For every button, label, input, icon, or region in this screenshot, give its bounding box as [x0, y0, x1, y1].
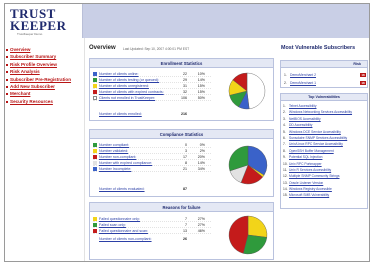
- subscriber-link[interactable]: DemoMerchant 2: [290, 72, 316, 78]
- sidebar-item-subscriber-pre-registration[interactable]: Subscriber Pre-Registration: [5, 76, 84, 83]
- page-title: Overview: [89, 45, 116, 51]
- browser-window: TRUST KEEPER TrustKeeper Demo Overview S…: [4, 3, 370, 262]
- stat-count: 21: [183, 167, 187, 171]
- stat-row: Failed questionnaire and scan: 13 46%: [93, 228, 211, 234]
- risk-badge: 18: [360, 72, 366, 78]
- failure-total-row: Number of clients non-compliant: 26: [93, 236, 211, 242]
- logo-subtitle: TrustKeeper Demo: [17, 32, 43, 36]
- enrollment-pie-chart: [228, 72, 266, 110]
- legend-swatch: [93, 78, 97, 82]
- top-vulnerabilities-table: Top Vulnerabilities 1. Telnet Accessibili…: [280, 93, 368, 209]
- risk-row: 1. DemoMerchant 2 18: [284, 72, 366, 78]
- legend-swatch: [93, 217, 97, 221]
- panel-title: Compliance Statistics: [90, 130, 273, 139]
- risk-rank: 2.: [284, 81, 287, 85]
- pie-slice: [247, 215, 268, 238]
- reasons-for-failure-panel: Reasons for failure Failed questionnaire…: [89, 202, 274, 260]
- most-vulnerable-title: Most Vulnerable Subscribers: [281, 45, 356, 51]
- legend-swatch: [93, 84, 97, 88]
- compliance-statistics-panel: Compliance Statistics Number compliant: 0…: [89, 129, 274, 197]
- risk-header: Risk: [281, 61, 367, 68]
- stat-row: Clients not enrolled in TrustKeeper: 106 5…: [93, 95, 211, 101]
- sidebar-item-add-new-subscriber[interactable]: Add New Subscriber: [5, 83, 84, 90]
- vulnerability-list: 1. Telnet Accessibility 2. Windows Networki…: [281, 101, 367, 199]
- top-vulnerabilities-header: Top Vulnerabilities: [281, 94, 367, 101]
- sidebar-item-risk-profile-overview[interactable]: Risk Profile Overview: [5, 61, 84, 68]
- stat-row: Number Incomplete: 21 34%: [93, 166, 211, 172]
- failure-rows: Failed questionnaire only: 7 27% Failed sca…: [93, 216, 211, 234]
- compliance-rows: Number compliant: 0 0% Number validated: 3 2%…: [93, 142, 211, 172]
- risk-badge: 18: [360, 80, 366, 86]
- main-content: Overview Last Updated: Sep 10, 2007 4:00…: [87, 38, 369, 261]
- compliance-pie-chart: [228, 145, 268, 185]
- panel-title: Reasons for failure: [90, 203, 273, 212]
- legend-swatch: [93, 161, 97, 165]
- stat-label[interactable]: Failed questionnaire and scan:: [99, 228, 148, 234]
- enrollment-total-row: Number of clients enrolled: 216: [93, 111, 211, 117]
- stat-count: 13: [183, 229, 187, 233]
- failure-pie-chart: [228, 215, 268, 255]
- legend-swatch: [93, 155, 97, 159]
- legend-swatch: [93, 167, 97, 171]
- last-updated-timestamp: Last Updated: Sep 10, 2007 4:00:01 PM ES…: [123, 46, 190, 51]
- risk-rank: 1.: [284, 73, 287, 77]
- total-label[interactable]: Number of clients evaluated:: [99, 186, 145, 192]
- stat-label[interactable]: Number Incomplete:: [99, 166, 131, 172]
- sidebar-item-overview[interactable]: Overview: [5, 46, 84, 53]
- legend-swatch: [93, 149, 97, 153]
- page-header: TRUST KEEPER TrustKeeper Demo: [5, 4, 369, 38]
- subscriber-link[interactable]: DemoMerchant 1: [290, 80, 316, 86]
- vulnerability-rank: 15.: [283, 193, 288, 198]
- sidebar-item-security-resources[interactable]: Security Resources: [5, 98, 84, 105]
- enrollment-statistics-panel: Enrollment Statistics Number of clients …: [89, 58, 274, 121]
- sidebar-item-subscriber-summary[interactable]: Subscriber Summary: [5, 53, 84, 60]
- enrollment-rows: Number of clients online: 22 10% Number of …: [93, 71, 211, 101]
- sidebar-item-merchant[interactable]: Merchant: [5, 90, 84, 97]
- sidebar-item-risk-analysis[interactable]: Risk Analysis: [5, 68, 84, 75]
- legend-swatch: [93, 96, 97, 100]
- total-value: 216: [181, 112, 187, 116]
- stat-percent: 50%: [197, 96, 205, 100]
- vulnerability-item: 15. Microsoft SMB Vulnerability: [283, 192, 365, 198]
- stat-count: 106: [181, 96, 187, 100]
- total-label[interactable]: Number of clients non-compliant:: [99, 236, 152, 242]
- legend-swatch: [93, 90, 97, 94]
- risk-table: Risk 1. DemoMerchant 2 18 2. DemoMerchan…: [280, 60, 368, 88]
- right-column: Most Vulnerable Subscribers Risk 1. Demo…: [279, 38, 369, 261]
- total-label[interactable]: Number of clients enrolled:: [99, 111, 142, 117]
- trustkeeper-logo[interactable]: TRUST KEEPER TrustKeeper Demo: [5, 4, 83, 38]
- stat-percent: 46%: [197, 229, 205, 233]
- pie-slice: [246, 72, 266, 110]
- stat-percent: 34%: [197, 167, 205, 171]
- legend-swatch: [93, 72, 97, 76]
- vulnerability-link[interactable]: Microsoft SMB Vulnerability: [289, 192, 329, 198]
- stat-label[interactable]: Clients not enrolled in TrustKeeper:: [99, 95, 155, 101]
- risk-row: 2. DemoMerchant 1 18: [284, 80, 366, 86]
- panel-title: Enrollment Statistics: [90, 59, 273, 68]
- sidebar-nav: Overview Subscriber Summary Risk Profile…: [5, 38, 85, 261]
- legend-swatch: [93, 223, 97, 227]
- legend-swatch: [93, 229, 97, 233]
- total-value: 87: [183, 187, 187, 191]
- compliance-total-row: Number of clients evaluated: 87: [93, 186, 211, 192]
- legend-swatch: [93, 143, 97, 147]
- total-value: 26: [183, 237, 187, 241]
